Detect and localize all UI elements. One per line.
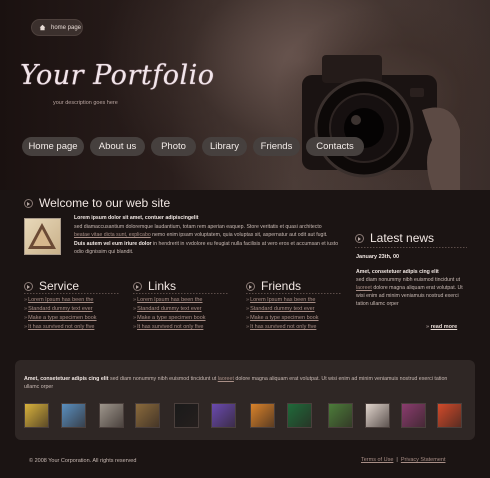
welcome-inline-link[interactable]: beatae vitae dicta sunt, explicabo: [74, 232, 151, 238]
news-date: January 23th, 00: [356, 254, 400, 260]
nav-item-friends[interactable]: Friends: [253, 137, 300, 156]
gallery-inline-link[interactable]: laoreet: [218, 376, 234, 382]
read-more-label: read more: [430, 324, 458, 330]
site-logo[interactable]: Your Portfolio: [20, 60, 220, 102]
welcome-heading: Welcome to our web site: [24, 196, 170, 210]
site-tagline: your description goes here: [53, 100, 118, 106]
bullet-arrow-icon: [355, 233, 364, 243]
links-link[interactable]: Make a type specimen book: [133, 314, 205, 323]
links-heading: Links: [133, 279, 176, 293]
friends-link[interactable]: Standard dummy text ever: [246, 305, 319, 314]
nav-item-photo[interactable]: Photo: [151, 137, 196, 156]
main-nav: Home page About us Photo Library Friends…: [22, 137, 364, 156]
links-list: Lorem Ipsum has been the Standard dummy …: [133, 296, 206, 332]
news-text2: dolore magna aliquam erat volutpat. Ut w…: [356, 285, 463, 307]
nav-item-home-page[interactable]: Home page: [22, 137, 84, 156]
gallery-thumb[interactable]: [135, 403, 160, 428]
gallery-thumb[interactable]: [250, 403, 275, 428]
bullet-arrow-icon: [24, 281, 33, 291]
privacy-statement-link[interactable]: Privacy Statement: [401, 457, 446, 463]
gallery-thumb[interactable]: [211, 403, 236, 428]
gallery-text1: sed diam nonummy nibh euismod tincidunt …: [108, 376, 218, 382]
triangle-art-icon: [28, 223, 56, 249]
links-link[interactable]: It has survived not only five: [133, 323, 206, 332]
home-page-button[interactable]: home page: [31, 19, 83, 36]
service-list: Lorem Ipsum has been the Standard dummy …: [24, 296, 97, 332]
read-more-link[interactable]: » read more: [426, 324, 457, 330]
gallery-thumb[interactable]: [99, 403, 124, 428]
friends-heading: Friends: [246, 279, 301, 293]
links-link[interactable]: Standard dummy text ever: [133, 305, 206, 314]
nav-item-about-us[interactable]: About us: [90, 137, 145, 156]
gallery-thumb[interactable]: [287, 403, 312, 428]
links-title: Links: [148, 279, 177, 293]
terms-of-use-link[interactable]: Terms of Use: [361, 457, 393, 463]
news-lead: Amet, consetetuer adipis cing elit: [356, 269, 439, 275]
gallery-thumb[interactable]: [437, 403, 462, 428]
welcome-text: Lorem ipsum dolor sit amet, contuer adip…: [74, 214, 339, 257]
service-heading: Service: [24, 279, 79, 293]
gallery-thumb[interactable]: [174, 403, 199, 428]
news-inline-link[interactable]: laoreet: [356, 285, 372, 291]
nav-item-library[interactable]: Library: [202, 137, 247, 156]
home-icon: [39, 24, 46, 31]
divider: [133, 293, 228, 294]
friends-link[interactable]: It has survived not only five: [246, 323, 319, 332]
nav-item-contacts[interactable]: Contacts: [306, 137, 364, 156]
service-link[interactable]: Standard dummy text ever: [24, 305, 97, 314]
hero-banner: home page Your Portfolio your descriptio…: [0, 0, 490, 190]
gallery-thumb[interactable]: [24, 403, 49, 428]
welcome-line1: sed diamaccusantium doloremque laudantiu…: [74, 223, 322, 230]
service-link[interactable]: Lorem Ipsum has been the: [24, 296, 97, 305]
gallery-thumb[interactable]: [365, 403, 390, 428]
bullet-arrow-icon: [133, 281, 142, 291]
footer-links: Terms of Use | Privacy Statement: [361, 457, 445, 463]
links-link[interactable]: Lorem Ipsum has been the: [133, 296, 206, 305]
gallery-panel: [15, 360, 475, 440]
divider: [24, 293, 119, 294]
welcome-lead: Lorem ipsum dolor sit amet, contuer adip…: [74, 215, 199, 221]
footer-separator: |: [396, 457, 398, 463]
friends-link[interactable]: Lorem Ipsum has been the: [246, 296, 319, 305]
friends-link[interactable]: Make a type specimen book: [246, 314, 318, 323]
welcome-bold2: Duis autem vel eum iriure dolor: [74, 240, 152, 247]
welcome-title: Welcome to our web site: [39, 196, 171, 210]
friends-title: Friends: [261, 279, 302, 293]
news-text1: sed diam nonummy nibh euismod tincidunt …: [356, 277, 461, 283]
copyright: © 2008 Your Corporation. All rights rese…: [29, 458, 137, 464]
gallery-lead: Amet, consetetuer adipis cing elit: [24, 376, 109, 382]
friends-list: Lorem Ipsum has been the Standard dummy …: [246, 296, 319, 332]
gallery-thumb[interactable]: [61, 403, 86, 428]
service-title: Service: [39, 279, 80, 293]
news-text: Amet, consetetuer adipis cing elit sed d…: [356, 268, 466, 308]
gallery-thumb[interactable]: [328, 403, 353, 428]
welcome-image: [24, 218, 61, 255]
divider: [246, 293, 341, 294]
news-title: Latest news: [370, 231, 435, 245]
news-heading: Latest news: [355, 231, 434, 245]
divider: [355, 247, 467, 248]
camera-photo: [302, 55, 460, 190]
service-link[interactable]: Make a type specimen book: [24, 314, 96, 323]
gallery-text: Amet, consetetuer adipis cing elit sed d…: [24, 375, 464, 391]
home-page-label: home page: [51, 24, 82, 31]
service-link[interactable]: It has survived not only five: [24, 323, 97, 332]
bullet-arrow-icon: [24, 198, 33, 208]
gallery-thumb[interactable]: [401, 403, 426, 428]
bullet-arrow-icon: [246, 281, 255, 291]
welcome-line2: nemo enim ipsam voluptatem, quia volupta…: [150, 232, 328, 239]
